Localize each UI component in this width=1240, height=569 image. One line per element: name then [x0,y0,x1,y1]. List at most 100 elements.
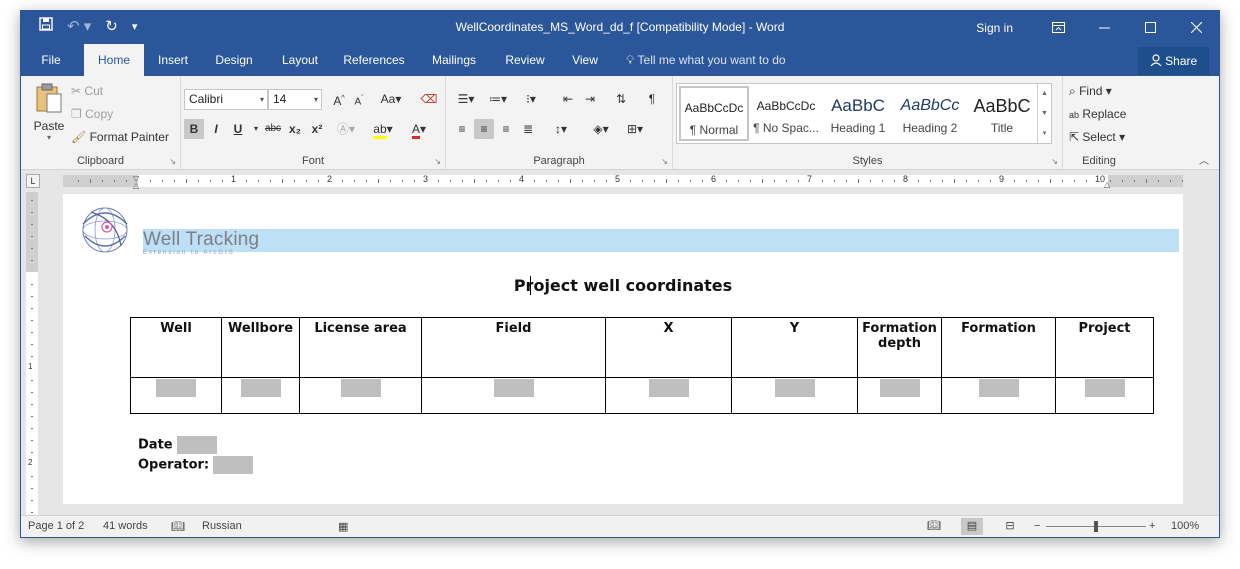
show-formatting-marks-icon[interactable]: ¶ [642,89,662,109]
table-cell-formation-depth[interactable] [857,377,942,414]
table-cell-y[interactable] [731,377,858,414]
tab-design[interactable]: Design [207,44,261,76]
tab-review[interactable]: Review [497,44,553,76]
paste-button[interactable]: Paste ▾ [31,82,67,144]
line-spacing-icon[interactable]: ↕▾ [546,119,576,139]
read-mode-icon[interactable]: 📖︎ [923,518,945,535]
numbering-icon[interactable]: ≔▾ [484,89,512,109]
zoom-slider-thumb[interactable] [1094,521,1098,532]
maximize-button[interactable] [1127,11,1173,44]
clipboard-launcher-icon[interactable]: ↘ [169,157,176,166]
horizontal-ruler[interactable]: ▽ △ △ 1 2 3 4 5 6 7 8 9 10 [63,174,1183,190]
merge-field-placeholder[interactable] [648,379,689,397]
document-page[interactable]: Well Tracking Extension to ArcGIS Projec… [63,194,1183,504]
align-center-icon[interactable]: ≡ [474,119,494,139]
zoom-level[interactable]: 100% [1171,520,1199,532]
text-effects-icon[interactable]: Ⓐ▾ [336,119,356,139]
justify-icon[interactable]: ≣ [518,119,538,139]
language[interactable]: Russian [202,520,242,532]
tab-layout[interactable]: Layout [273,44,327,76]
underline-button[interactable]: U [228,119,248,139]
italic-button[interactable]: I [206,119,226,139]
table-cell-formation[interactable] [941,377,1056,414]
chevron-down-icon[interactable]: ▼ [1038,104,1051,124]
table-cell-license-area[interactable] [299,377,422,414]
tab-home[interactable]: Home [84,44,144,76]
clear-formatting-icon[interactable]: ⌫ [419,89,439,109]
collapse-ribbon-icon[interactable]: ︿ [1199,152,1209,167]
table-cell-project[interactable] [1055,377,1154,414]
subscript-button[interactable]: x₂ [285,119,305,139]
macro-recording-icon[interactable]: ▦ [338,520,348,533]
highlight-icon[interactable]: ab▾ [369,119,397,139]
bullets-icon[interactable]: ☰▾ [452,89,480,109]
styles-scroll[interactable]: ▲ ▼ ▾ [1037,84,1051,143]
date-field-placeholder[interactable] [176,436,217,454]
print-layout-icon[interactable]: ▤ [961,518,983,535]
merge-field-placeholder[interactable] [240,379,281,397]
align-left-icon[interactable]: ≡ [452,119,472,139]
merge-field-placeholder[interactable] [774,379,815,397]
tell-me-search[interactable]: 💡︎ Tell me what you want to do [626,44,786,76]
tab-insert[interactable]: Insert [149,44,197,76]
cut-button[interactable]: ✂ Cut [71,84,103,98]
select-button[interactable]: ⇱ Select ▾ [1069,130,1125,144]
bold-button[interactable]: B [184,119,204,139]
grow-font-icon[interactable]: A^ [329,89,349,109]
font-launcher-icon[interactable]: ↘ [434,157,441,166]
style-no-spacing[interactable]: AaBbCcDc ¶ No Spac... [751,86,821,141]
style-heading-1[interactable]: AaBbC Heading 1 [823,86,893,141]
merge-field-placeholder[interactable] [156,379,196,397]
minimize-button[interactable] [1081,11,1127,44]
style-normal[interactable]: AaBbCcDc ¶ Normal [679,86,749,141]
merge-field-placeholder[interactable] [978,379,1019,397]
change-case-button[interactable]: Aa▾ [376,89,406,109]
merge-field-placeholder[interactable] [879,379,920,397]
merge-field-placeholder[interactable] [493,379,534,397]
multilevel-list-icon[interactable]: ⁝▾ [516,89,546,109]
zoom-in-button[interactable]: + [1149,520,1155,532]
font-size-combo[interactable]: 14 ▾ [268,89,322,110]
more-styles-icon[interactable]: ▾ [1038,124,1051,143]
format-painter-button[interactable]: 🖌︎ Format Painter [71,130,169,144]
left-indent-marker[interactable]: △ [133,181,142,190]
superscript-button[interactable]: x² [307,119,327,139]
zoom-out-button[interactable]: − [1034,520,1040,532]
chevron-up-icon[interactable]: ▲ [1038,84,1051,104]
shrink-font-icon[interactable]: Aˇ [349,89,369,109]
style-heading-2[interactable]: AaBbCc Heading 2 [895,86,965,141]
sign-in-link[interactable]: Sign in [976,21,1013,35]
decrease-indent-icon[interactable]: ⇤ [558,89,578,109]
replace-button[interactable]: ab Replace [1069,107,1126,121]
copy-button[interactable]: ❐ Copy [71,107,113,121]
operator-field-placeholder[interactable] [213,456,254,474]
merge-field-placeholder[interactable] [1084,379,1125,397]
align-right-icon[interactable]: ≡ [496,119,516,139]
web-layout-icon[interactable]: ⊟ [999,518,1021,535]
styles-launcher-icon[interactable]: ↘ [1051,157,1058,166]
merge-field-placeholder[interactable] [340,379,381,397]
paste-dropdown-icon[interactable]: ▾ [31,133,67,142]
table-cell-field[interactable] [421,377,606,414]
share-button[interactable]: Share [1138,47,1209,75]
style-title[interactable]: AaBbC Title [967,86,1037,141]
font-name-combo[interactable]: Calibri ▾ [184,89,268,110]
table-cell-x[interactable] [605,377,732,414]
table-cell-wellbore[interactable] [221,377,300,414]
tab-references[interactable]: References [337,44,411,76]
close-button[interactable] [1173,11,1219,44]
shading-icon[interactable]: ◈▾ [586,119,616,139]
tab-file[interactable]: File [31,44,71,76]
borders-icon[interactable]: ⊞▾ [620,119,650,139]
tab-stop-selector[interactable]: L [26,174,40,188]
find-button[interactable]: ⌕ Find ▾ [1069,84,1112,99]
increase-indent-icon[interactable]: ⇥ [580,89,600,109]
sort-icon[interactable]: ⇅ [611,89,631,109]
word-count[interactable]: 41 words [103,520,148,532]
tab-view[interactable]: View [563,44,607,76]
proofing-icon[interactable]: 📖︎ [171,520,185,533]
vertical-ruler[interactable]: 12 [26,192,38,517]
ribbon-display-options-icon[interactable] [1035,11,1081,44]
page-count[interactable]: Page 1 of 2 [28,520,84,532]
table-cell-well[interactable] [130,377,222,414]
